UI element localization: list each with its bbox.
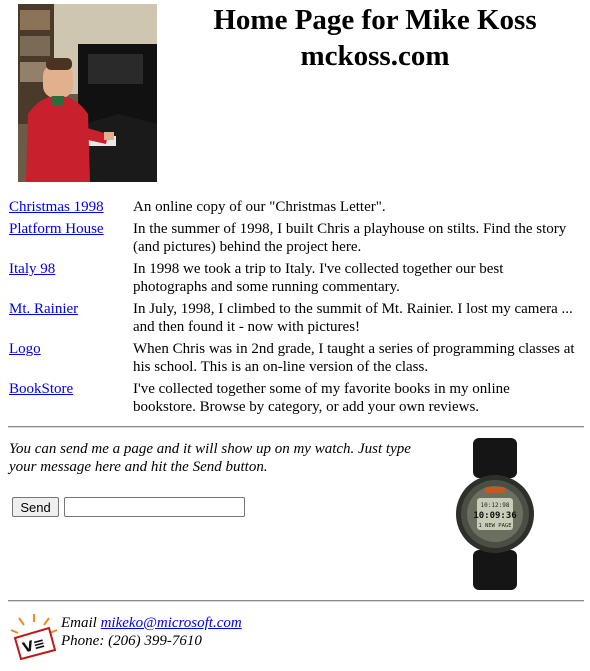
row-description: In the summer of 1998, I built Chris a p… [133,221,567,255]
row-description: An online copy of our "Christmas Letter"… [133,199,386,215]
row-description: When Chris was in 2nd grade, I taught a … [133,341,575,375]
link-logo[interactable]: Logo [9,341,41,357]
pager-instructions: You can send me a page and it will show … [9,441,411,475]
phone-label: Phone: [61,633,105,649]
table-row: Christmas 1998 An online copy of our "Ch… [9,198,579,220]
pager-message-input[interactable] [64,497,245,517]
watch-top-text: 10:12:98 [481,502,510,509]
divider-bottom [8,600,584,602]
row-description: In July, 1998, I climbed to the summit o… [133,301,573,335]
link-bookstore[interactable]: BookStore [9,381,73,397]
link-mt-rainier[interactable]: Mt. Rainier [9,301,78,317]
title-line-1: Home Page for Mike Koss [213,4,537,36]
phone-number: (206) 399-7610 [108,633,202,649]
table-row: Mt. Rainier In July, 1998, I climbed to … [9,300,579,340]
pager-watch-image: 10:12:98 10:09:36 1 NEW PAGE [455,438,535,590]
watch-label-text: 1 NEW PAGE [478,523,511,529]
divider-top [8,426,584,428]
table-row: BookStore I've collected together some o… [9,380,579,416]
portrait-photo [18,4,157,182]
email-label: Email [61,615,97,631]
link-italy-98[interactable]: Italy 98 [9,261,55,277]
row-description: I've collected together some of my favor… [133,381,510,415]
watch-time-text: 10:09:36 [473,511,516,521]
table-row: Platform House In the summer of 1998, I … [9,220,579,260]
page-title: Home Page for Mike Koss mckoss.com [165,2,585,74]
contact-block: Email mikeko@microsoft.com Phone: (206) … [61,614,361,650]
table-row: Italy 98 In 1998 we took a trip to Italy… [9,260,579,300]
title-line-2: mckoss.com [300,40,450,72]
row-description: In 1998 we took a trip to Italy. I've co… [133,261,504,295]
table-row: Logo When Chris was in 2nd grade, I taug… [9,340,579,380]
email-link[interactable]: mikeko@microsoft.com [101,615,242,631]
link-platform-house[interactable]: Platform House [9,221,104,237]
send-button[interactable]: Send [12,497,59,517]
logo-icon: V≡ [9,612,59,661]
link-table: Christmas 1998 An online copy of our "Ch… [9,198,579,416]
link-christmas-1998[interactable]: Christmas 1998 [9,199,104,215]
